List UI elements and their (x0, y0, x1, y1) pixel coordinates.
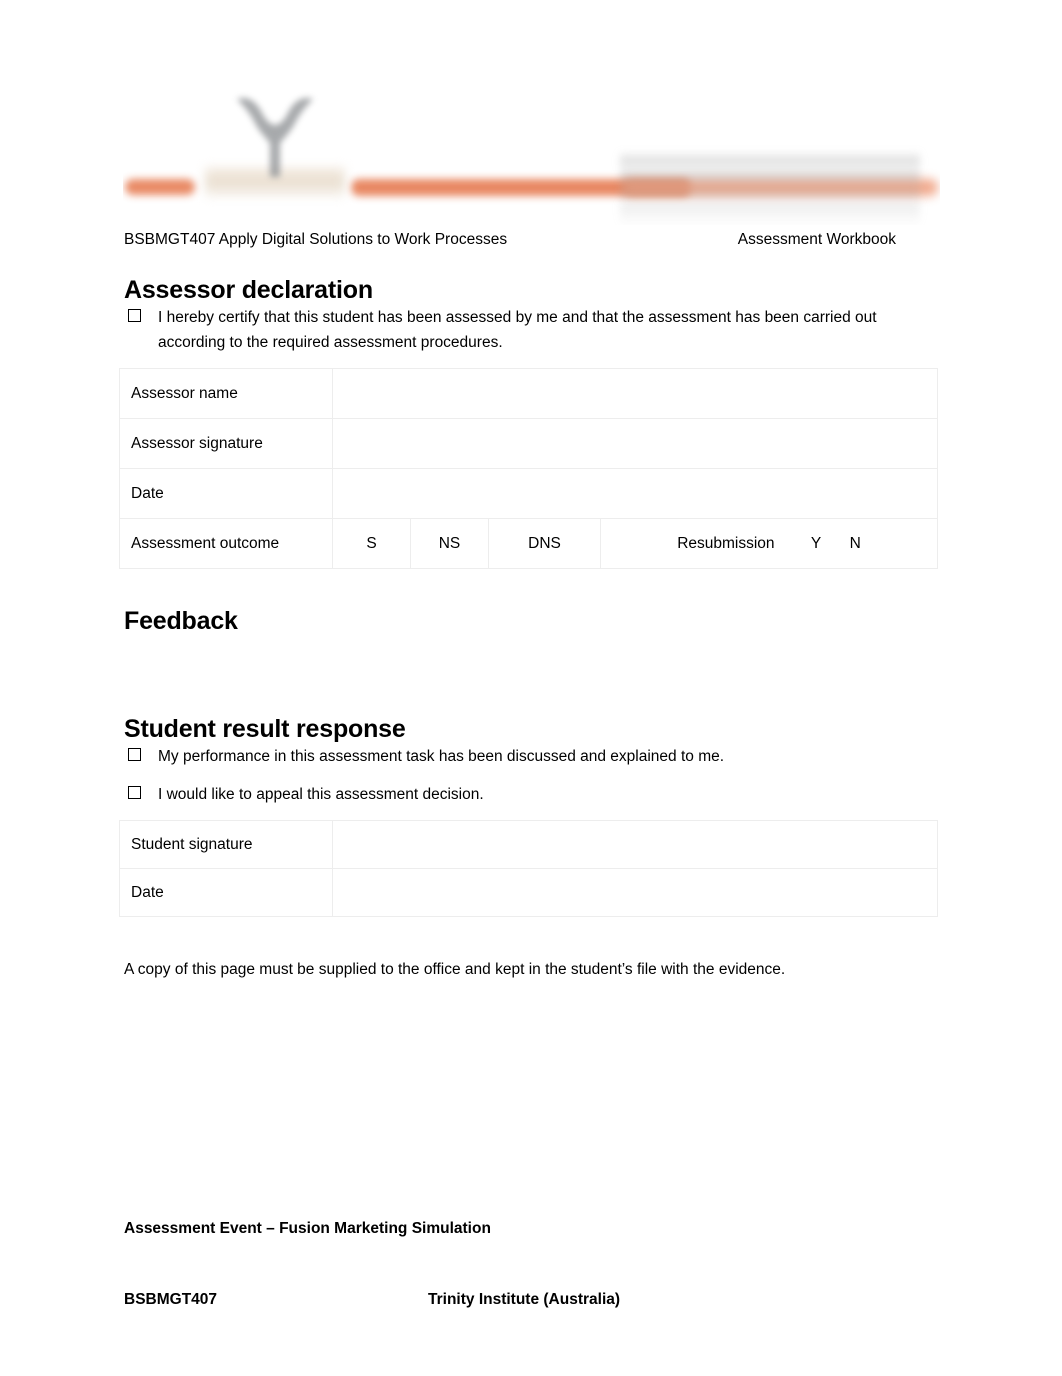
outcome-option-dns[interactable]: DNS (488, 518, 601, 569)
trinity-crest-icon (237, 97, 313, 177)
table-row: Student signature (119, 820, 938, 869)
footer-organisation: Trinity Institute (Australia) (428, 1291, 621, 1308)
table-row: Assessor signature (119, 418, 938, 469)
checkbox-performance-discussed[interactable] (128, 748, 141, 761)
heading-feedback: Feedback (124, 607, 238, 635)
heading-student-result-response: Student result response (124, 715, 406, 743)
resubmission-cell: Resubmission Y N (600, 518, 938, 569)
student-signature-field[interactable] (332, 820, 938, 869)
footer-unit-code: BSBMGT407 (124, 1291, 218, 1308)
assessor-date-field[interactable] (332, 468, 938, 519)
student-signature-label: Student signature (119, 820, 333, 869)
header-banner (123, 55, 940, 225)
table-row: Date (119, 468, 938, 519)
table-row: Date (119, 868, 938, 917)
running-head: BSBMGT407 Apply Digital Solutions to Wor… (124, 229, 942, 251)
assessment-event-title: Assessment Event – Fusion Marketing Simu… (124, 1220, 491, 1237)
assessment-outcome-label: Assessment outcome (119, 518, 333, 569)
assessor-date-label: Date (119, 468, 333, 519)
assessor-name-label: Assessor name (119, 368, 333, 419)
assessor-signature-label: Assessor signature (119, 418, 333, 469)
assessor-name-field[interactable] (332, 368, 938, 419)
running-head-title: Assessment Workbook (737, 231, 896, 248)
assessor-declaration-text: I hereby certify that this student has b… (158, 309, 877, 351)
table-row: Assessment outcome S NS DNS Resubmission… (119, 518, 938, 569)
resubmission-option-n[interactable]: N (850, 535, 861, 552)
student-acknowledgement-1: My performance in this assessment task h… (128, 744, 940, 769)
checkbox-appeal-decision[interactable] (128, 786, 141, 799)
table-row: Assessor name (119, 368, 938, 419)
resubmission-option-y[interactable]: Y (811, 535, 821, 552)
student-date-label: Date (119, 868, 333, 917)
banner-faded-text-block (620, 151, 920, 203)
assessor-signature-field[interactable] (332, 418, 938, 469)
student-acknowledgement-1-text: My performance in this assessment task h… (158, 748, 725, 765)
resubmission-label: Resubmission (677, 534, 775, 552)
outcome-option-s[interactable]: S (332, 518, 411, 569)
checkbox-assessor-declaration[interactable] (128, 309, 141, 322)
running-head-unit: BSBMGT407 Apply Digital Solutions to Wor… (124, 231, 508, 248)
student-acknowledgement-2: I would like to appeal this assessment d… (128, 782, 940, 807)
banner-faded-text-block-lower (620, 203, 920, 225)
student-details-table: Student signature Date (119, 820, 938, 917)
accent-bar-left (125, 179, 195, 195)
assessor-declaration-statement: I hereby certify that this student has b… (128, 305, 940, 355)
heading-assessor-declaration: Assessor declaration (124, 276, 373, 304)
student-date-field[interactable] (332, 868, 938, 917)
assessor-details-table: Assessor name Assessor signature Date As… (119, 368, 938, 569)
document-page: BSBMGT407 Apply Digital Solutions to Wor… (0, 0, 1062, 1376)
outcome-option-ns[interactable]: NS (410, 518, 489, 569)
copy-note: A copy of this page must be supplied to … (124, 961, 786, 978)
student-acknowledgement-2-text: I would like to appeal this assessment d… (158, 786, 484, 803)
